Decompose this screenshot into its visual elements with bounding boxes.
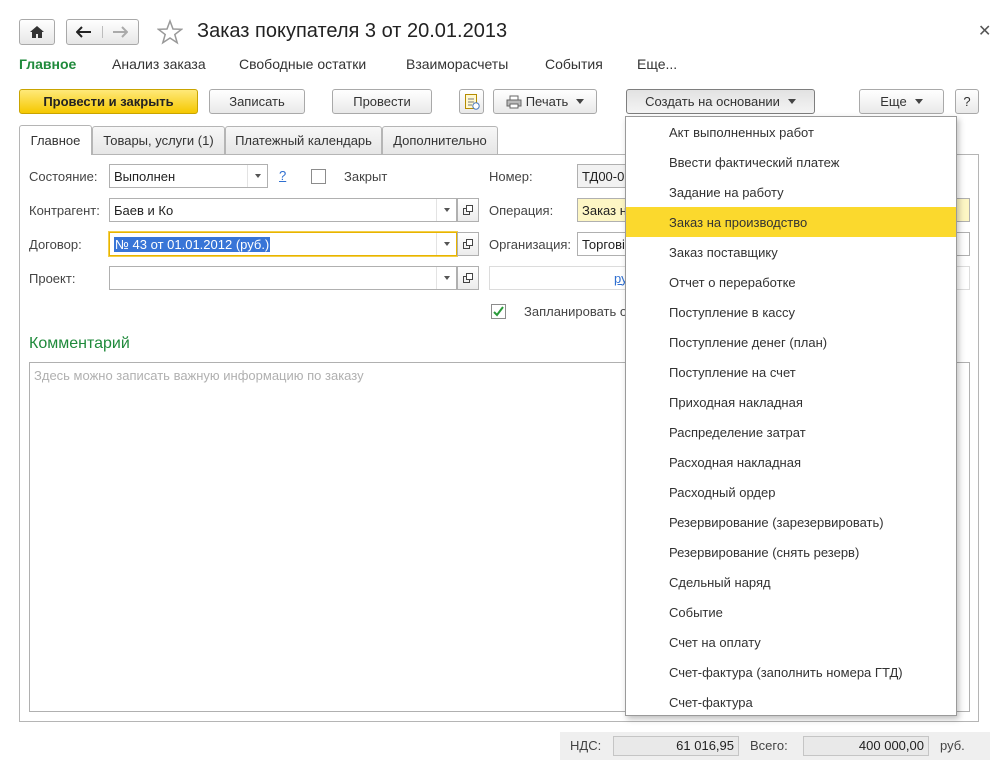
section-free-stock[interactable]: Свободные остатки (239, 56, 366, 72)
tab-payment-calendar[interactable]: Платежный календарь (225, 126, 382, 154)
create-based-on-label: Создать на основании (645, 94, 780, 109)
more-button[interactable]: Еще (859, 89, 944, 114)
organization-label: Организация: (489, 237, 572, 252)
menu-item[interactable]: Поступление на счет (626, 357, 956, 387)
help-button[interactable]: ? (955, 89, 979, 114)
tab-main[interactable]: Главное (19, 125, 92, 155)
post-and-close-button[interactable]: Провести и закрыть (19, 89, 198, 114)
back-arrow-icon (76, 26, 92, 38)
chevron-down-icon (914, 99, 923, 104)
contractor-label: Контрагент: (29, 203, 100, 218)
contractor-value: Баев и Ко (114, 202, 174, 218)
chevron-down-icon[interactable] (436, 233, 456, 255)
comment-title: Комментарий (29, 335, 130, 352)
chevron-down-icon[interactable] (247, 165, 267, 187)
section-settlements[interactable]: Взаиморасчеты (406, 56, 508, 72)
menu-item[interactable]: Заказ поставщику (626, 237, 956, 267)
organization-value: Торгові (582, 236, 625, 252)
menu-item[interactable]: Приходная накладная (626, 387, 956, 417)
checkmark-icon (493, 306, 504, 317)
post-button[interactable]: Провести (332, 89, 432, 114)
print-label: Печать (525, 94, 569, 109)
total-value: 400 000,00 (803, 736, 929, 756)
number-value: ТД00-0 (582, 168, 625, 184)
create-based-on-button[interactable]: Создать на основании (626, 89, 815, 114)
home-icon (30, 26, 44, 38)
section-more[interactable]: Еще... (637, 56, 677, 72)
close-icon[interactable]: ✕ (978, 21, 991, 41)
closed-checkbox[interactable] (311, 169, 326, 184)
menu-item[interactable]: Счет-фактура (626, 687, 956, 717)
printer-icon (506, 95, 522, 108)
open-window-icon (463, 239, 473, 249)
report-button[interactable] (459, 89, 484, 114)
tab-additional[interactable]: Дополнительно (382, 126, 498, 154)
contract-value: № 43 от 01.01.2012 (руб.) (114, 236, 271, 252)
chevron-down-icon (787, 99, 796, 104)
plan-label: Запланировать о (524, 304, 628, 319)
menu-item[interactable]: Поступление денег (план) (626, 327, 956, 357)
menu-item[interactable]: Резервирование (снять резерв) (626, 537, 956, 567)
state-select[interactable]: Выполнен (109, 164, 268, 188)
number-label: Номер: (489, 169, 533, 184)
open-project-button[interactable] (457, 266, 479, 290)
menu-item[interactable]: Сдельный наряд (626, 567, 956, 597)
operation-label: Операция: (489, 203, 554, 218)
open-window-icon (463, 205, 473, 215)
menu-item[interactable]: Отчет о переработке (626, 267, 956, 297)
document-report-icon (464, 93, 480, 110)
tab-goods-services[interactable]: Товары, услуги (1) (92, 126, 225, 154)
menu-item[interactable]: Ввести фактический платеж (626, 147, 956, 177)
currency-label: руб. (940, 738, 965, 753)
total-label: Всего: (750, 738, 788, 753)
menu-item[interactable]: Резервирование (зарезервировать) (626, 507, 956, 537)
menu-item[interactable]: Поступление в кассу (626, 297, 956, 327)
home-button[interactable] (19, 19, 55, 45)
closed-label: Закрыт (344, 169, 388, 184)
plan-checkbox[interactable] (491, 304, 506, 319)
vat-label: НДС: (570, 738, 602, 753)
open-window-icon (463, 273, 473, 283)
operation-value: Заказ н (582, 202, 627, 218)
menu-item[interactable]: Счет-фактура (заполнить номера ГТД) (626, 657, 956, 687)
open-contract-button[interactable] (457, 232, 479, 256)
forward-arrow-icon (113, 26, 129, 38)
menu-item[interactable]: Акт выполненных работ (626, 117, 956, 147)
vat-value: 61 016,95 (613, 736, 739, 756)
project-field[interactable] (109, 266, 457, 290)
section-order-analysis[interactable]: Анализ заказа (112, 56, 206, 72)
open-contractor-button[interactable] (457, 198, 479, 222)
help-link[interactable]: ? (279, 168, 286, 183)
section-events[interactable]: События (545, 56, 603, 72)
chevron-down-icon[interactable] (436, 267, 456, 289)
back-forward-group (66, 19, 139, 45)
project-label: Проект: (29, 271, 76, 286)
back-button[interactable] (67, 26, 103, 38)
menu-item[interactable]: Распределение затрат (626, 417, 956, 447)
create-based-on-menu: Акт выполненных работ Ввести фактический… (625, 116, 957, 716)
chevron-down-icon[interactable] (436, 199, 456, 221)
print-button[interactable]: Печать (493, 89, 597, 114)
menu-item[interactable]: Задание на работу (626, 177, 956, 207)
menu-item[interactable]: Расходный ордер (626, 477, 956, 507)
menu-item-highlighted[interactable]: Заказ на производство (626, 207, 956, 237)
chevron-down-icon (576, 99, 585, 104)
menu-item[interactable]: Расходная накладная (626, 447, 956, 477)
contract-field[interactable]: № 43 от 01.01.2012 (руб.) (109, 232, 457, 256)
forward-button[interactable] (103, 26, 139, 38)
menu-item[interactable]: Счет на оплату (626, 627, 956, 657)
contractor-field[interactable]: Баев и Ко (109, 198, 457, 222)
window-title: Заказ покупателя 3 от 20.01.2013 (197, 20, 508, 42)
totals-bar: НДС: 61 016,95 Всего: 400 000,00 руб. (560, 732, 990, 760)
contract-label: Договор: (29, 237, 82, 252)
section-main[interactable]: Главное (19, 56, 76, 72)
comment-placeholder: Здесь можно записать важную информацию п… (34, 368, 364, 383)
save-button[interactable]: Записать (209, 89, 305, 114)
favorite-star-icon[interactable] (157, 19, 183, 45)
menu-item[interactable]: Событие (626, 597, 956, 627)
more-label: Еще (880, 94, 907, 109)
state-value: Выполнен (114, 168, 176, 184)
state-label: Состояние: (29, 169, 98, 184)
